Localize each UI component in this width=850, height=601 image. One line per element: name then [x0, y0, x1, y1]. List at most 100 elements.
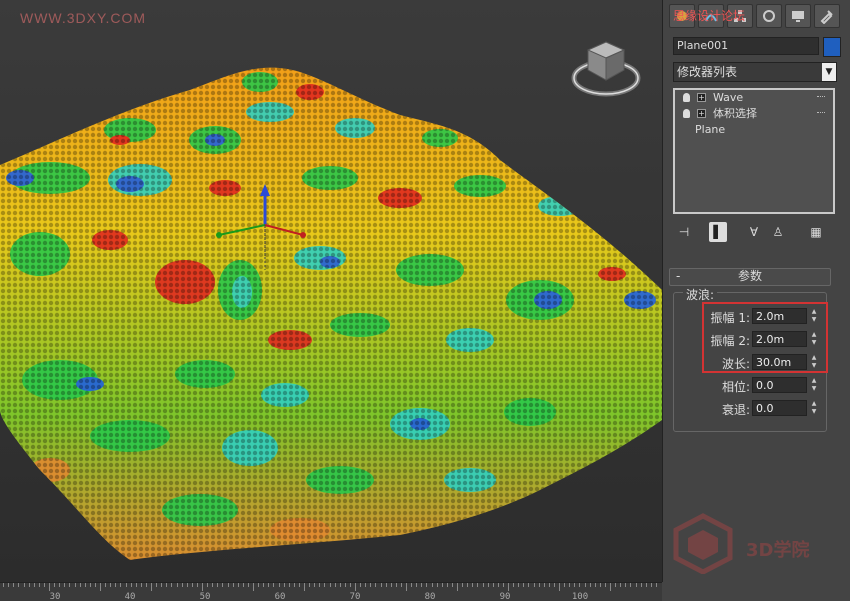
ruler-tick: [202, 583, 203, 591]
ruler-tick: [406, 583, 407, 591]
ruler-tick: [242, 583, 244, 587]
make-unique-icon[interactable]: ∀: [745, 222, 763, 242]
expand-icon[interactable]: +: [697, 93, 706, 102]
decay-spinner[interactable]: ▲ ▼: [809, 400, 819, 416]
ruler-tick: [135, 583, 137, 587]
tab-modify[interactable]: [698, 4, 724, 28]
ruler-tick: [395, 583, 397, 587]
object-name-field[interactable]: Plane001: [673, 37, 819, 55]
phase-label: 相位:: [721, 380, 750, 394]
ruler-tick: [166, 583, 168, 587]
modifier-stack[interactable]: + Wave + 体积选择 Plane: [673, 88, 835, 214]
ruler-tick: [43, 583, 45, 587]
ruler-tick: [273, 583, 275, 587]
light-bulb-icon[interactable]: [683, 93, 690, 102]
stack-item-label: Wave: [713, 91, 744, 104]
modifier-list-dropdown[interactable]: 修改器列表 ▼: [673, 62, 837, 82]
stack-item-label: 体积选择: [713, 107, 757, 120]
ruler-tick: [79, 583, 81, 587]
utilities-icon: [820, 10, 833, 24]
ruler-tick: [508, 583, 509, 591]
ruler-tick: [620, 583, 622, 587]
tab-motion[interactable]: [756, 4, 782, 28]
ruler-tick: [196, 583, 198, 587]
phase-input[interactable]: 0.0: [752, 377, 807, 393]
modifier-list-label: 修改器列表: [677, 65, 738, 79]
ruler-tick: [533, 583, 535, 587]
ruler-tick: [446, 583, 448, 587]
ruler-tick: [349, 583, 351, 587]
object-color-swatch[interactable]: [823, 37, 841, 57]
ruler-tick: [462, 583, 464, 587]
ruler-tick: [655, 583, 657, 587]
light-bulb-icon[interactable]: [683, 109, 690, 118]
ruler-tick: [360, 583, 362, 587]
ruler-tick: [589, 583, 591, 587]
ruler-tick: [604, 583, 606, 587]
ruler-tick: [538, 583, 540, 587]
tab-hierarchy[interactable]: [727, 4, 753, 28]
ruler-tick: [263, 583, 265, 587]
ruler-tick: [421, 583, 423, 587]
parameters-rollout-header[interactable]: - 参数: [669, 268, 831, 286]
timeline-ruler[interactable]: 30 40 50 60 70 80 90 100: [0, 582, 662, 601]
3d-academy-logo: 3D学院: [668, 512, 843, 582]
remove-modifier-icon[interactable]: ♙: [769, 222, 787, 242]
transform-gizmo-icon[interactable]: [205, 180, 315, 270]
ruler-tick: [543, 583, 545, 587]
ruler-tick: [487, 583, 489, 587]
ruler-tick: [380, 583, 382, 587]
tab-display[interactable]: [785, 4, 811, 28]
ruler-tick: [33, 583, 35, 587]
tab-utilities[interactable]: [814, 4, 840, 28]
show-end-result-icon[interactable]: ▌: [709, 222, 727, 242]
ruler-tick: [130, 583, 132, 587]
ruler-tick: [140, 583, 142, 587]
ruler-tick: [553, 583, 555, 587]
ruler-tick: [156, 583, 158, 587]
ruler-tick: [497, 583, 499, 587]
ruler-tick: [635, 583, 637, 587]
expand-icon[interactable]: +: [697, 109, 706, 118]
ruler-tick: [385, 583, 387, 587]
pin-stack-icon[interactable]: ⊣: [675, 222, 693, 242]
ruler-tick: [288, 583, 290, 587]
ruler-tick: [416, 583, 418, 587]
parameters-title: 参数: [737, 269, 762, 283]
ruler-tick: [559, 583, 560, 591]
logo-cube-icon: [673, 513, 733, 575]
ruler-tick: [293, 583, 295, 587]
modify-icon: [705, 14, 717, 22]
stack-item-label: Plane: [695, 123, 726, 136]
chevron-down-icon[interactable]: ▼: [822, 63, 836, 81]
ruler-tick: [176, 583, 178, 587]
ruler-tick: [370, 583, 372, 587]
ruler-tick: [584, 583, 586, 587]
ruler-tick: [640, 583, 642, 587]
stack-item-wave[interactable]: + Wave: [675, 90, 833, 106]
ruler-tick: [400, 583, 402, 587]
ruler-tick: [457, 583, 458, 591]
ruler-tick: [390, 583, 392, 587]
phase-spinner[interactable]: ▲ ▼: [809, 377, 819, 393]
wave-mesh-render[interactable]: [0, 0, 662, 582]
ruler-tick: [110, 583, 112, 587]
create-icon: [677, 11, 687, 21]
command-panel: 思缘设计论坛 Plane001 修改器列表 ▼ + Wave + 体积选择 Pl…: [663, 0, 850, 600]
ruler-tick: [64, 583, 66, 587]
ruler-tick: [105, 583, 107, 587]
ruler-tick: [365, 583, 367, 587]
viewcube-icon[interactable]: [570, 38, 642, 100]
decay-input[interactable]: 0.0: [752, 400, 807, 416]
ruler-tick: [492, 583, 494, 587]
ruler-tick: [49, 583, 50, 591]
stack-item-plane[interactable]: Plane: [675, 122, 833, 138]
ruler-tick: [232, 583, 234, 587]
perspective-viewport[interactable]: WWW.3DXY.COM: [0, 0, 663, 582]
ruler-tick: [59, 583, 61, 587]
stack-item-volume-select[interactable]: + 体积选择: [675, 106, 833, 122]
ruler-tick: [599, 583, 601, 587]
configure-sets-icon[interactable]: ▦: [807, 222, 825, 242]
phase-row: 相位: 0.0 ▲ ▼: [673, 377, 823, 395]
tab-create[interactable]: [669, 4, 695, 28]
